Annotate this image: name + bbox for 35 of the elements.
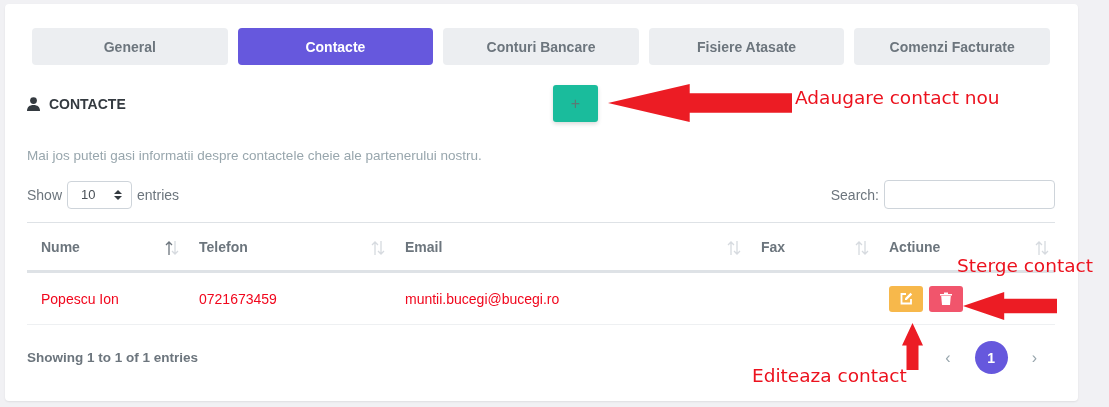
trash-icon [940, 292, 952, 305]
callout-arrow [900, 321, 925, 370]
edit-button[interactable] [889, 285, 923, 312]
column-header[interactable]: Telefon [199, 238, 248, 255]
page-button[interactable]: 1 [974, 341, 1008, 374]
tab[interactable]: Conturi Bancare [443, 28, 639, 65]
column-header[interactable]: Nume [41, 238, 80, 255]
column-header[interactable]: Email [405, 238, 443, 255]
next-page-button[interactable]: › [1027, 348, 1041, 367]
user-icon [27, 97, 40, 111]
column-header[interactable]: Fax [761, 238, 786, 255]
entries-label: entries [137, 186, 180, 203]
section-description: Mai jos puteti gasi informatii despre contactele cheie ale partenerului nostru. [27, 148, 483, 163]
table-cell: Popescu Ion [41, 290, 119, 307]
caret-icon [114, 188, 123, 201]
annotation-text: Sterge contact [957, 255, 1093, 276]
tab[interactable]: General [32, 28, 228, 65]
edit-icon [899, 292, 913, 305]
table-cell: 0721673459 [199, 290, 277, 307]
section-title: CONTACTE [49, 96, 126, 112]
annotation-text: Editeaza contact [752, 365, 907, 386]
table-cell: muntii.bucegi@bucegi.ro [405, 290, 560, 307]
annotation-text: Adaugare contact nou [795, 87, 1000, 108]
sort-icon[interactable] [165, 240, 179, 256]
column-header[interactable]: Actiune [889, 238, 941, 255]
table-info: Showing 1 to 1 of 1 entries [27, 350, 199, 365]
show-label: Show [27, 186, 63, 203]
tab[interactable]: Fisiere Atasate [648, 28, 845, 65]
page-length-select[interactable]: 10 [67, 180, 133, 209]
tab[interactable]: Comenzi Facturate [854, 28, 1050, 65]
previous-page-button[interactable]: ‹ [941, 348, 955, 367]
search-label: Search: [830, 186, 879, 203]
delete-button[interactable] [929, 285, 963, 312]
search-field[interactable] [884, 180, 1055, 209]
tab[interactable]: Contacte [237, 28, 434, 65]
